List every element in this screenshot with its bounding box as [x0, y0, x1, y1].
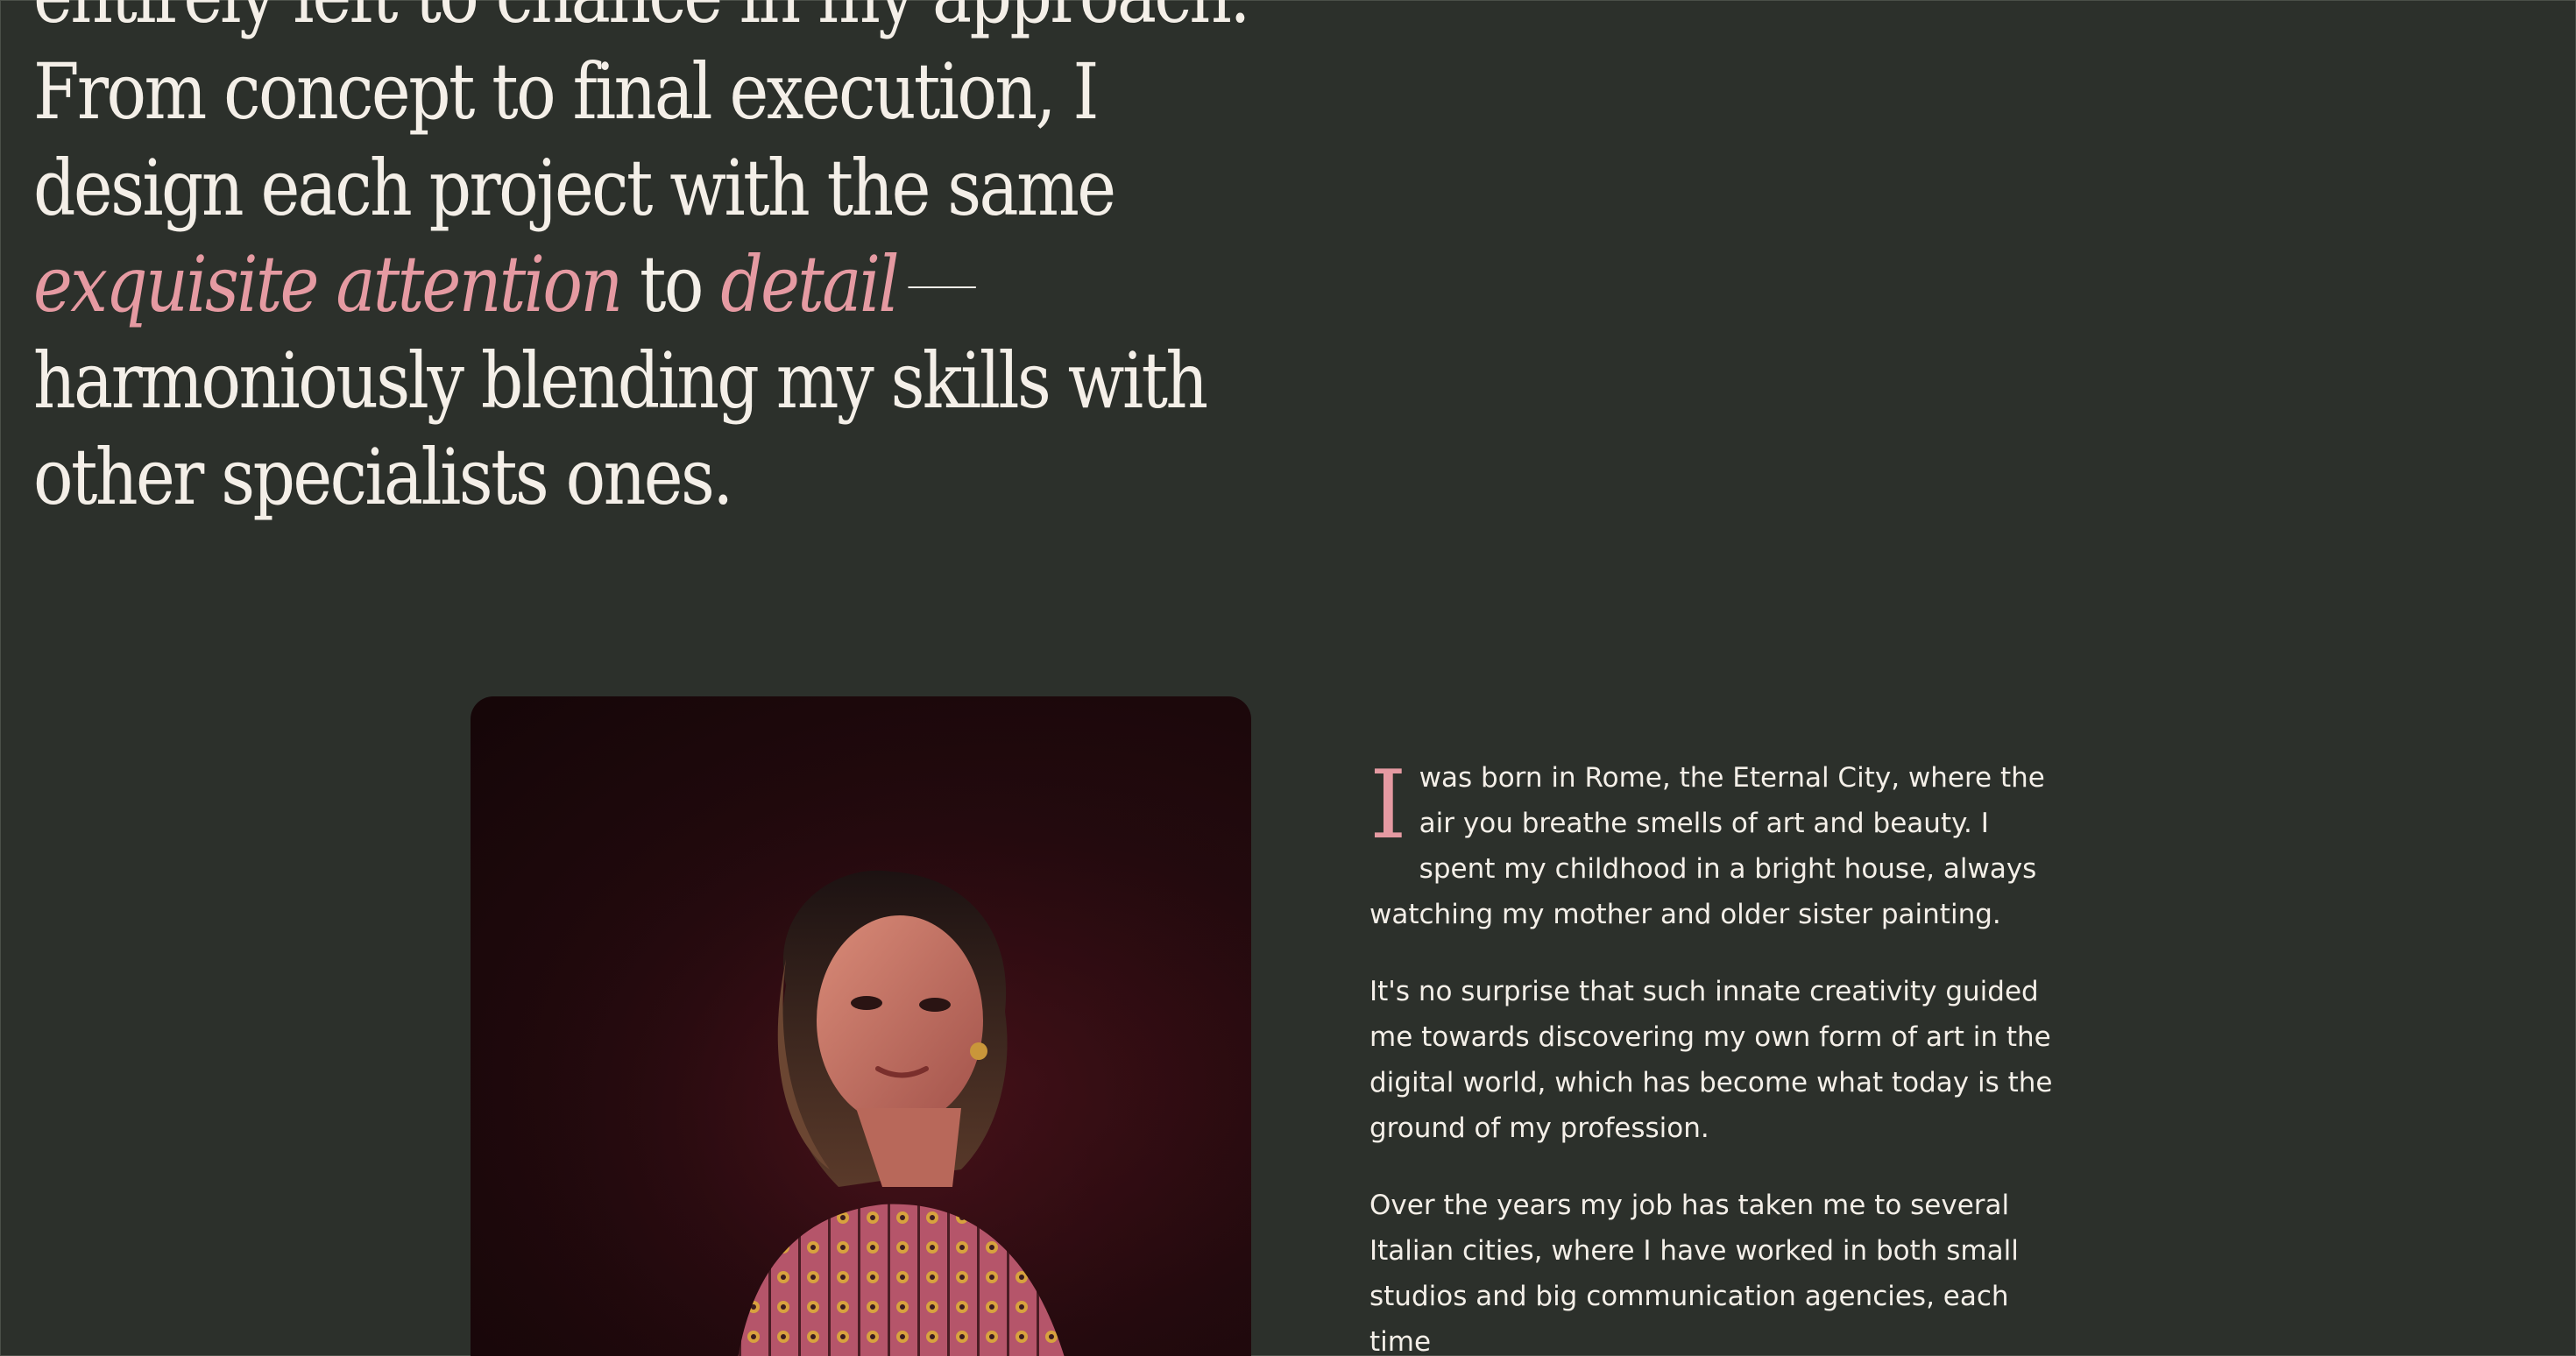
em-dash-rule — [908, 286, 976, 289]
headline-line: From concept to final execution, I — [33, 46, 1099, 137]
drop-cap: I — [1369, 751, 1407, 860]
bio-text: I was born in Rome, the Eternal City, wh… — [1369, 755, 2062, 1356]
headline-line: other specialists ones. — [33, 432, 733, 522]
headline-line-accent: exquisite attention to detail — [33, 237, 1103, 333]
bio-paragraph-1-text: was born in Rome, the Eternal City, wher… — [1369, 762, 2045, 930]
intro-headline: entirely left to chance in my approach. … — [33, 0, 1250, 526]
portrait-illustration — [471, 696, 1251, 1356]
bio-paragraph-2: It's no surprise that such innate creati… — [1369, 976, 2053, 1144]
headline-line: design each project with the same — [33, 143, 1116, 233]
bio-paragraph-3: Over the years my job has taken me to se… — [1369, 1190, 2019, 1356]
bio-paragraph-1: I was born in Rome, the Eternal City, wh… — [1369, 755, 2062, 937]
headline-word-to: to — [640, 239, 704, 329]
headline-line: entirely left to chance in my approach. — [33, 0, 1250, 44]
headline-accent-attention: exquisite attention — [33, 239, 623, 329]
headline-accent-detail: detail — [720, 239, 899, 329]
headline-line: harmoniously blending my skills with — [33, 335, 1208, 426]
portrait-photo — [471, 696, 1251, 1356]
